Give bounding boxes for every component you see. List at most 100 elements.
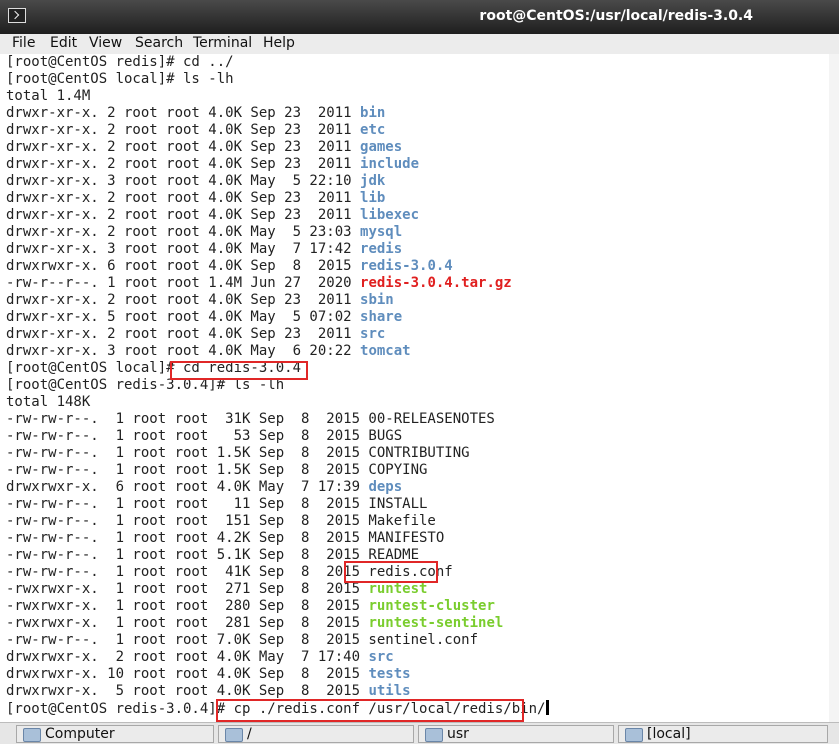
- highlight-cd-command: [170, 361, 308, 380]
- terminal-text: -rwxrwxr-x. 1 root root 271 Sep 8 2015: [6, 581, 369, 597]
- file-entry-name: redis: [360, 241, 403, 257]
- folder-icon: [625, 728, 643, 742]
- terminal-text: drwxr-xr-x. 2 root root 4.0K Sep 23 2011: [6, 139, 361, 155]
- terminal-text: drwxr-xr-x. 2 root root 4.0K Sep 23 2011: [6, 292, 361, 308]
- terminal-scrollbar[interactable]: [829, 54, 839, 722]
- file-entry-name: bin: [360, 105, 386, 121]
- terminal-line: -rw-rw-r--. 1 root root 1.5K Sep 8 2015 …: [6, 445, 470, 462]
- terminal-line: [root@CentOS redis]# cd ../: [6, 54, 234, 71]
- terminal-text: total 1.4M: [6, 88, 91, 104]
- terminal-line: drwxrwxr-x. 2 root root 4.0K May 7 17:40…: [6, 649, 394, 666]
- terminal-line: drwxr-xr-x. 2 root root 4.0K Sep 23 2011…: [6, 207, 419, 224]
- menu-search[interactable]: Search: [135, 35, 183, 51]
- terminal-text: drwxr-xr-x. 2 root root 4.0K May 5 23:03: [6, 224, 361, 240]
- terminal-line: -rwxrwxr-x. 1 root root 280 Sep 8 2015 r…: [6, 598, 495, 615]
- terminal-line: drwxr-xr-x. 2 root root 4.0K Sep 23 2011…: [6, 292, 394, 309]
- file-entry-name: etc: [360, 122, 386, 138]
- terminal-line: drwxr-xr-x. 2 root root 4.0K Sep 23 2011…: [6, 326, 385, 343]
- menu-terminal[interactable]: Terminal: [193, 35, 252, 51]
- terminal-line: drwxrwxr-x. 6 root root 4.0K May 7 17:39…: [6, 479, 402, 496]
- terminal-text: drwxr-xr-x. 3 root root 4.0K May 7 17:42: [6, 241, 361, 257]
- terminal-text: drwxr-xr-x. 3 root root 4.0K May 6 20:22: [6, 343, 361, 359]
- terminal-text: -rw-rw-r--. 1 root root 53 Sep 8 2015 BU…: [6, 428, 403, 444]
- terminal-text: -rw-rw-r--. 1 root root 151 Sep 8 2015 M…: [6, 513, 436, 529]
- window-title: root@CentOS:/usr/local/redis-3.0.4: [479, 8, 753, 24]
- terminal-line: drwxr-xr-x. 5 root root 4.0K May 5 07:02…: [6, 309, 402, 326]
- terminal-line: -rw-rw-r--. 1 root root 151 Sep 8 2015 M…: [6, 513, 436, 530]
- terminal-text: drwxr-xr-x. 5 root root 4.0K May 5 07:02: [6, 309, 361, 325]
- menu-bar: File Edit View Search Terminal Help: [0, 34, 839, 54]
- file-entry-name: lib: [360, 190, 386, 206]
- terminal-text: drwxr-xr-x. 2 root root 4.0K Sep 23 2011: [6, 207, 361, 223]
- terminal-text: drwxr-xr-x. 2 root root 4.0K Sep 23 2011: [6, 122, 361, 138]
- folder-icon: [425, 728, 443, 742]
- terminal-text: total 148K: [6, 394, 91, 410]
- taskbar-item-root-folder[interactable]: /: [218, 725, 414, 743]
- taskbar-label: usr: [447, 726, 469, 742]
- terminal-text: -rw-rw-r--. 1 root root 7.0K Sep 8 2015 …: [6, 632, 479, 648]
- file-entry-name: tomcat: [360, 343, 411, 359]
- highlight-cp-command: [216, 699, 524, 722]
- terminal-line: drwxr-xr-x. 2 root root 4.0K Sep 23 2011…: [6, 122, 385, 139]
- file-entry-name: sbin: [360, 292, 394, 308]
- computer-icon: [23, 728, 41, 742]
- taskbar-label: [local]: [647, 726, 691, 742]
- terminal-text: -rw-rw-r--. 1 root root 31K Sep 8 2015 0…: [6, 411, 495, 427]
- terminal-text: drwxrwxr-x. 2 root root 4.0K May 7 17:40: [6, 649, 369, 665]
- terminal-line: -rw-rw-r--. 1 root root 11 Sep 8 2015 IN…: [6, 496, 427, 513]
- menu-file[interactable]: File: [12, 35, 35, 51]
- terminal-line: drwxr-xr-x. 3 root root 4.0K May 6 20:22…: [6, 343, 411, 360]
- terminal-line: -rwxrwxr-x. 1 root root 281 Sep 8 2015 r…: [6, 615, 503, 632]
- terminal-text: [root@CentOS redis]# cd ../: [6, 54, 234, 70]
- taskbar-label: Computer: [45, 726, 115, 742]
- terminal-line: -rw-rw-r--. 1 root root 31K Sep 8 2015 0…: [6, 411, 495, 428]
- file-entry-name: include: [360, 156, 420, 172]
- terminal-text: -rw-rw-r--. 1 root root 4.2K Sep 8 2015 …: [6, 530, 445, 546]
- file-entry-name: redis-3.0.4.tar.gz: [360, 275, 512, 291]
- terminal-icon[interactable]: [8, 8, 26, 23]
- file-entry-name: share: [360, 309, 403, 325]
- terminal-output[interactable]: [root@CentOS redis]# cd ../[root@CentOS …: [0, 54, 839, 722]
- terminal-text: drwxrwxr-x. 10 root root 4.0K Sep 8 2015: [6, 666, 369, 682]
- terminal-line: drwxr-xr-x. 2 root root 4.0K Sep 23 2011…: [6, 139, 402, 156]
- terminal-line: drwxr-xr-x. 2 root root 4.0K Sep 23 2011…: [6, 190, 385, 207]
- terminal-line: drwxr-xr-x. 2 root root 4.0K Sep 23 2011…: [6, 156, 419, 173]
- menu-edit[interactable]: Edit: [50, 35, 77, 51]
- terminal-text: -rwxrwxr-x. 1 root root 281 Sep 8 2015: [6, 615, 369, 631]
- terminal-text: drwxrwxr-x. 5 root root 4.0K Sep 8 2015: [6, 683, 369, 699]
- file-entry-name: deps: [368, 479, 403, 495]
- terminal-line: -rw-rw-r--. 1 root root 4.2K Sep 8 2015 …: [6, 530, 444, 547]
- terminal-line: -rw-rw-r--. 1 root root 7.0K Sep 8 2015 …: [6, 632, 478, 649]
- highlight-redis-conf: [344, 561, 438, 583]
- title-bar: root@CentOS:/usr/local/redis-3.0.4: [0, 0, 839, 34]
- menu-help[interactable]: Help: [263, 35, 295, 51]
- terminal-line: drwxrwxr-x. 10 root root 4.0K Sep 8 2015…: [6, 666, 411, 683]
- menu-view[interactable]: View: [89, 35, 122, 51]
- file-entry-name: src: [360, 326, 386, 342]
- terminal-text: drwxrwxr-x. 6 root root 4.0K May 7 17:39: [6, 479, 369, 495]
- terminal-text: drwxr-xr-x. 3 root root 4.0K May 5 22:10: [6, 173, 361, 189]
- file-entry-name: runtest: [368, 581, 428, 597]
- terminal-line: total 148K: [6, 394, 90, 411]
- terminal-line: [root@CentOS local]# ls -lh: [6, 71, 234, 88]
- file-entry-name: runtest-sentinel: [368, 615, 504, 631]
- file-entry-name: src: [368, 649, 394, 665]
- file-entry-name: games: [360, 139, 403, 155]
- taskbar-item-local-folder[interactable]: [local]: [618, 725, 828, 743]
- terminal-text: -rw-r--r--. 1 root root 1.4M Jun 27 2020: [6, 275, 361, 291]
- file-entry-name: mysql: [360, 224, 403, 240]
- terminal-line: total 1.4M: [6, 88, 90, 105]
- terminal-line: drwxr-xr-x. 3 root root 4.0K May 7 17:42…: [6, 241, 402, 258]
- terminal-text: drwxr-xr-x. 2 root root 4.0K Sep 23 2011: [6, 105, 361, 121]
- file-entry-name: tests: [368, 666, 411, 682]
- terminal-line: -rw-rw-r--. 1 root root 53 Sep 8 2015 BU…: [6, 428, 402, 445]
- terminal-text: drwxr-xr-x. 2 root root 4.0K Sep 23 2011: [6, 156, 361, 172]
- taskbar-item-usr-folder[interactable]: usr: [418, 725, 614, 743]
- file-entry-name: utils: [368, 683, 411, 699]
- text-cursor: [546, 700, 550, 715]
- terminal-line: drwxrwxr-x. 6 root root 4.0K Sep 8 2015 …: [6, 258, 453, 275]
- terminal-line: drwxr-xr-x. 3 root root 4.0K May 5 22:10…: [6, 173, 385, 190]
- terminal-line: drwxrwxr-x. 5 root root 4.0K Sep 8 2015 …: [6, 683, 411, 700]
- terminal-line: -rw-r--r--. 1 root root 1.4M Jun 27 2020…: [6, 275, 512, 292]
- taskbar-item-computer[interactable]: Computer: [16, 725, 214, 743]
